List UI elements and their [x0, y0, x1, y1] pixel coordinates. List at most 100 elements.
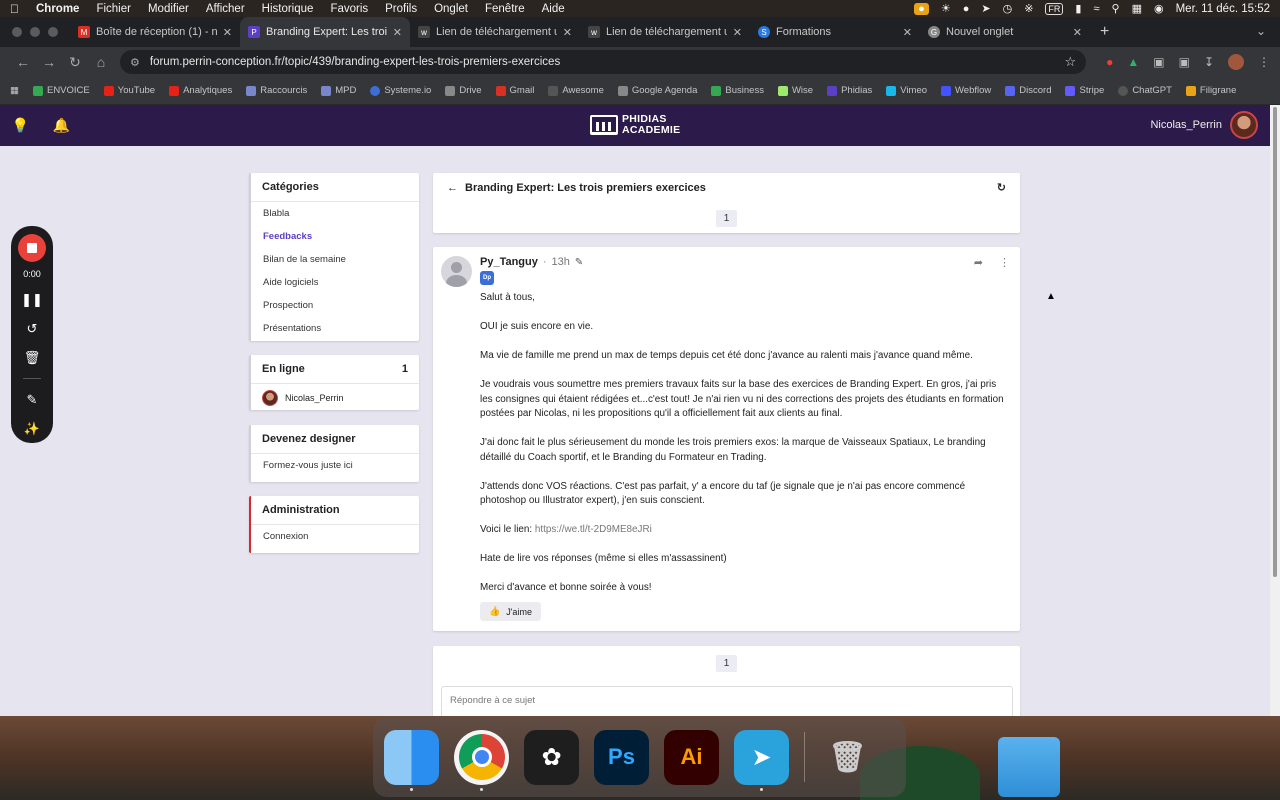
bookmark-wise[interactable]: Wise	[777, 85, 813, 96]
post-author[interactable]: Py_Tanguy	[480, 256, 538, 268]
tab-wetransfer-2[interactable]: w Lien de téléchargement uniq ✕	[580, 17, 750, 47]
menu-item-fichier[interactable]: Fichier	[96, 3, 131, 15]
bookmark-phidias[interactable]: Phidias	[827, 85, 872, 96]
login-link[interactable]: Connexion	[251, 525, 419, 548]
page-number-button[interactable]: 1	[715, 210, 738, 227]
share-icon[interactable]: ➦	[974, 256, 983, 269]
battery-icon[interactable]: ▮	[1075, 2, 1081, 15]
bookmark-stripe[interactable]: Stripe	[1065, 85, 1104, 96]
bookmark-drive[interactable]: Drive	[445, 85, 482, 96]
bookmark-envoice[interactable]: ENVOICE	[32, 85, 90, 96]
search-icon[interactable]: ⚲	[1112, 2, 1120, 15]
extension-camera-icon[interactable]: ▣	[1153, 55, 1164, 69]
menu-item-afficher[interactable]: Afficher	[206, 3, 245, 15]
maximize-window-button[interactable]	[48, 27, 58, 37]
tab-formations[interactable]: S Formations ✕	[750, 17, 920, 47]
author-avatar[interactable]	[441, 256, 472, 287]
draw-pencil-icon[interactable]: ✎	[27, 392, 38, 408]
menu-item-favoris[interactable]: Favoris	[330, 3, 368, 15]
menu-item-fenetre[interactable]: Fenêtre	[485, 3, 525, 15]
category-link-prospection[interactable]: Prospection	[251, 294, 419, 317]
desktop-folder-icon[interactable]	[998, 737, 1060, 797]
category-link-aide-logiciels[interactable]: Aide logiciels	[251, 271, 419, 294]
figma-icon[interactable]: ✿	[524, 729, 579, 785]
brightness-icon[interactable]: ☀	[941, 2, 951, 15]
illustrator-icon[interactable]: Ai	[664, 729, 719, 785]
reload-icon[interactable]: ↻	[62, 54, 88, 71]
menu-item-onglet[interactable]: Onglet	[434, 3, 468, 15]
close-tab-icon[interactable]: ✕	[733, 26, 742, 39]
tab-wetransfer-1[interactable]: w Lien de téléchargement uniq ✕	[410, 17, 580, 47]
microphone-icon[interactable]: ●	[914, 2, 929, 15]
refresh-icon[interactable]: ↻	[997, 181, 1006, 194]
like-button[interactable]: 👍 J'aime	[480, 602, 541, 621]
reply-input[interactable]: Répondre à ce sujet	[441, 686, 1013, 716]
finder-icon[interactable]	[384, 729, 439, 791]
close-tab-icon[interactable]: ✕	[223, 26, 232, 39]
bookmark-filigrane[interactable]: Filigrane	[1185, 85, 1236, 96]
pause-icon[interactable]: ❚❚	[21, 292, 43, 308]
extension-status-icon[interactable]: ●	[963, 3, 970, 15]
page-scrollbar[interactable]	[1270, 105, 1280, 716]
forward-arrow-icon[interactable]: →	[36, 54, 62, 70]
tab-gmail[interactable]: M Boîte de réception (1) - nperr ✕	[70, 17, 240, 47]
notifications-bell-icon[interactable]: 🔔	[41, 117, 82, 134]
bookmark-google-agenda[interactable]: Google Agenda	[617, 85, 697, 96]
home-icon[interactable]: ⌂	[88, 54, 114, 70]
back-arrow-icon[interactable]: ←	[447, 182, 458, 194]
close-tab-icon[interactable]: ✕	[393, 26, 402, 39]
bookmark-vimeo[interactable]: Vimeo	[886, 85, 927, 96]
minimize-window-button[interactable]	[30, 27, 40, 37]
close-tab-icon[interactable]: ✕	[903, 26, 912, 39]
bookmark-gmail[interactable]: Gmail	[495, 85, 534, 96]
menubar-datetime[interactable]: Mer. 11 déc. 15:52	[1176, 3, 1270, 15]
bookmark-analytiques[interactable]: Analytiques	[169, 85, 232, 96]
siri-icon[interactable]: ◉	[1154, 2, 1164, 15]
input-language-badge[interactable]: FR	[1045, 2, 1064, 15]
bluetooth-icon[interactable]: ※	[1024, 2, 1033, 15]
scrollbar-thumb[interactable]	[1273, 107, 1277, 577]
compass-icon[interactable]: ➤	[981, 2, 990, 15]
menu-item-profils[interactable]: Profils	[385, 3, 417, 15]
bookmark-chatgpt[interactable]: ChatGPT	[1118, 85, 1172, 96]
close-tab-icon[interactable]: ✕	[563, 26, 572, 39]
category-link-bilan[interactable]: Bilan de la semaine	[251, 248, 419, 271]
menu-item-modifier[interactable]: Modifier	[148, 3, 189, 15]
wetransfer-link[interactable]: https://we.tl/t-2D9ME8eJRi	[535, 524, 652, 535]
download-icon[interactable]: ↧	[1204, 55, 1214, 69]
back-arrow-icon[interactable]: ←	[10, 54, 36, 70]
profile-avatar[interactable]	[1228, 54, 1244, 70]
bookmark-youtube[interactable]: YouTube	[103, 85, 155, 96]
category-link-presentations[interactable]: Présentations	[251, 317, 419, 340]
bookmark-systeme-io[interactable]: Systeme.io	[370, 85, 431, 96]
apple-icon[interactable]: 	[10, 2, 26, 16]
tab-new-tab[interactable]: G Nouvel onglet ✕	[920, 17, 1090, 47]
category-link-blabla[interactable]: Blabla	[251, 202, 419, 225]
tab-search-chevron-icon[interactable]: ⌄	[1256, 24, 1266, 38]
trash-icon[interactable]: 🗑	[24, 350, 41, 366]
bookmark-webflow[interactable]: Webflow	[941, 85, 991, 96]
menu-item-historique[interactable]: Historique	[262, 3, 314, 15]
site-info-icon[interactable]: ⚙	[130, 56, 140, 69]
extensions-puzzle-icon[interactable]: ▣	[1179, 55, 1190, 69]
bookmark-business[interactable]: Business	[711, 85, 764, 96]
control-center-icon[interactable]: ▦	[1132, 2, 1142, 15]
menu-item-aide[interactable]: Aide	[542, 3, 565, 15]
post-time[interactable]: 13h	[552, 256, 570, 268]
category-link-feedbacks[interactable]: Feedbacks	[251, 225, 419, 248]
phidias-logo[interactable]: PHIDIAS ACADEMIE	[590, 114, 680, 136]
bookmark-awesome[interactable]: Awesome	[548, 85, 604, 96]
clock-icon[interactable]: ◷	[1003, 2, 1013, 15]
address-bar[interactable]: ⚙ forum.perrin-conception.fr/topic/439/b…	[120, 50, 1087, 74]
chrome-icon[interactable]	[454, 729, 509, 791]
bookmark-mpd[interactable]: MPD	[321, 85, 356, 96]
tab-branding-expert[interactable]: P Branding Expert: Les trois pre ✕	[240, 17, 410, 47]
chrome-menu-icon[interactable]: ⋮	[1258, 55, 1270, 69]
wifi-icon[interactable]: ≈	[1093, 3, 1099, 15]
extension-green-icon[interactable]: ▲	[1127, 55, 1139, 69]
menu-app-name[interactable]: Chrome	[36, 3, 79, 15]
close-window-button[interactable]	[12, 27, 22, 37]
apps-grid-icon[interactable]: ▦	[10, 85, 19, 96]
restart-icon[interactable]: ↺	[27, 321, 38, 337]
bookmark-raccourcis[interactable]: Raccourcis	[246, 85, 307, 96]
